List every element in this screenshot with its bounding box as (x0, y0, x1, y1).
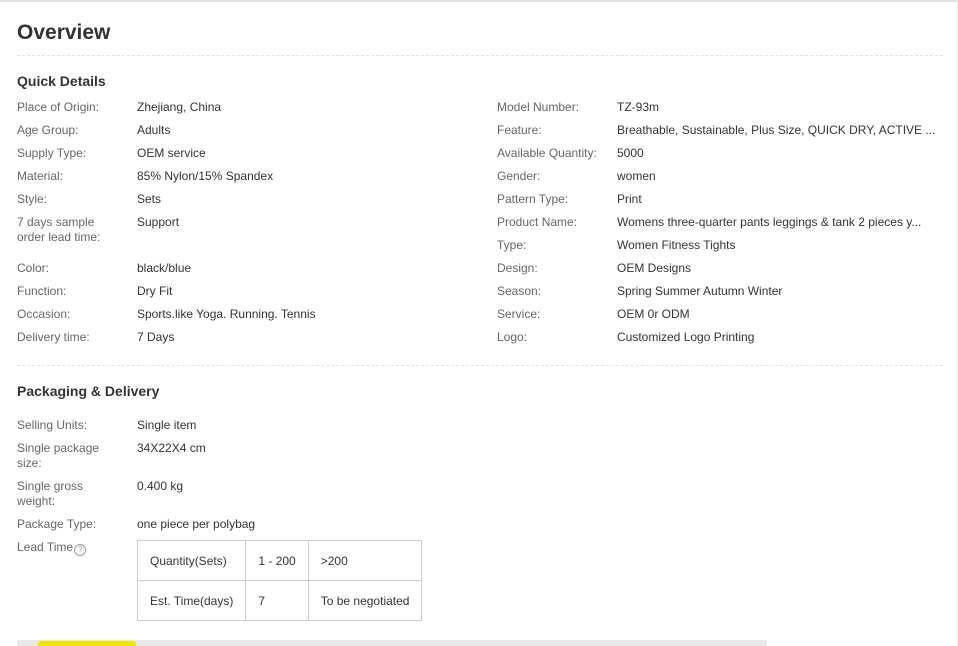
banner-graphic (38, 641, 136, 646)
detail-value: 85% Nylon/15% Spandex (137, 169, 274, 183)
lead-time-table: Quantity(Sets) 1 - 200 >200 Est. Time(da… (136, 540, 423, 621)
detail-label: Type: (497, 238, 527, 252)
detail-label: Occasion: (17, 307, 71, 321)
table-cell: >200 (307, 540, 423, 581)
detail-value: OEM 0r ODM (617, 307, 690, 321)
detail-value: Adults (137, 123, 171, 137)
detail-value: Women Fitness Tights (617, 238, 736, 252)
detail-value: Womens three-quarter pants leggings & ta… (617, 215, 922, 229)
top-border (0, 0, 958, 2)
packaging-title: Packaging & Delivery (17, 383, 160, 399)
detail-value: 34X22X4 cm (137, 441, 206, 455)
detail-label: Age Group: (17, 123, 79, 137)
detail-value: black/blue (137, 261, 192, 275)
divider (17, 365, 943, 366)
detail-value: OEM service (137, 146, 206, 160)
detail-value: Breathable, Sustainable, Plus Size, QUIC… (617, 123, 936, 137)
detail-value: Zhejiang, China (137, 100, 222, 114)
detail-label: Service: (497, 307, 541, 321)
detail-value: one piece per polybag (137, 517, 256, 531)
detail-value: Spring Summer Autumn Winter (617, 284, 783, 298)
detail-label: Style: (17, 192, 48, 206)
detail-value: 5000 (617, 146, 644, 160)
lead-time-label: Lead Time? (17, 540, 127, 556)
detail-value: 0.400 kg (137, 479, 184, 493)
detail-label: 7 days sample order lead time: (17, 215, 101, 244)
detail-label: Color: (17, 261, 50, 275)
detail-label: Single gross weight: (17, 479, 84, 508)
question-circle-icon[interactable]: ? (74, 544, 87, 556)
detail-value: 7 Days (137, 330, 175, 344)
table-cell: 1 - 200 (245, 540, 309, 581)
detail-label: Function: (17, 284, 67, 298)
detail-label: Model Number: (497, 100, 580, 114)
detail-label: Place of Origin: (17, 100, 100, 114)
detail-value: Print (617, 192, 642, 206)
table-cell: 7 (245, 580, 309, 621)
detail-label: Delivery time: (17, 330, 90, 344)
table-row: Est. Time(days) 7 To be negotiated (136, 580, 423, 621)
detail-value: Customized Logo Printing (617, 330, 755, 344)
table-row: Quantity(Sets) 1 - 200 >200 (136, 540, 423, 581)
detail-label: Product Name: (497, 215, 578, 229)
detail-value: Single item (137, 418, 197, 432)
table-cell: To be negotiated (307, 580, 423, 621)
detail-value: Support (137, 215, 180, 229)
detail-label: Logo: (497, 330, 528, 344)
table-cell: Est. Time(days) (136, 580, 247, 621)
detail-label: Design: (497, 261, 538, 275)
detail-label: Feature: (497, 123, 542, 137)
detail-label: Supply Type: (17, 146, 87, 160)
divider (17, 55, 943, 56)
overview-title: Overview (17, 21, 111, 44)
detail-label: Material: (17, 169, 64, 183)
detail-label: Pattern Type: (497, 192, 569, 206)
table-cell: Quantity(Sets) (136, 540, 247, 581)
detail-label: Selling Units: (17, 418, 88, 432)
detail-value: TZ-93m (617, 100, 659, 114)
detail-value: Sets (137, 192, 162, 206)
detail-value: OEM Designs (617, 261, 692, 275)
detail-label: Available Quantity: (497, 146, 597, 160)
detail-label: Single package size: (17, 441, 100, 470)
detail-label: Season: (497, 284, 542, 298)
detail-label: Gender: (497, 169, 541, 183)
lead-time-label-text: Lead Time (17, 540, 74, 554)
detail-value: women (617, 169, 656, 183)
detail-value: Dry Fit (137, 284, 173, 298)
detail-label: Package Type: (17, 517, 97, 531)
detail-value: Sports.like Yoga. Running. Tennis (137, 307, 316, 321)
quick-details-title: Quick Details (17, 73, 106, 89)
